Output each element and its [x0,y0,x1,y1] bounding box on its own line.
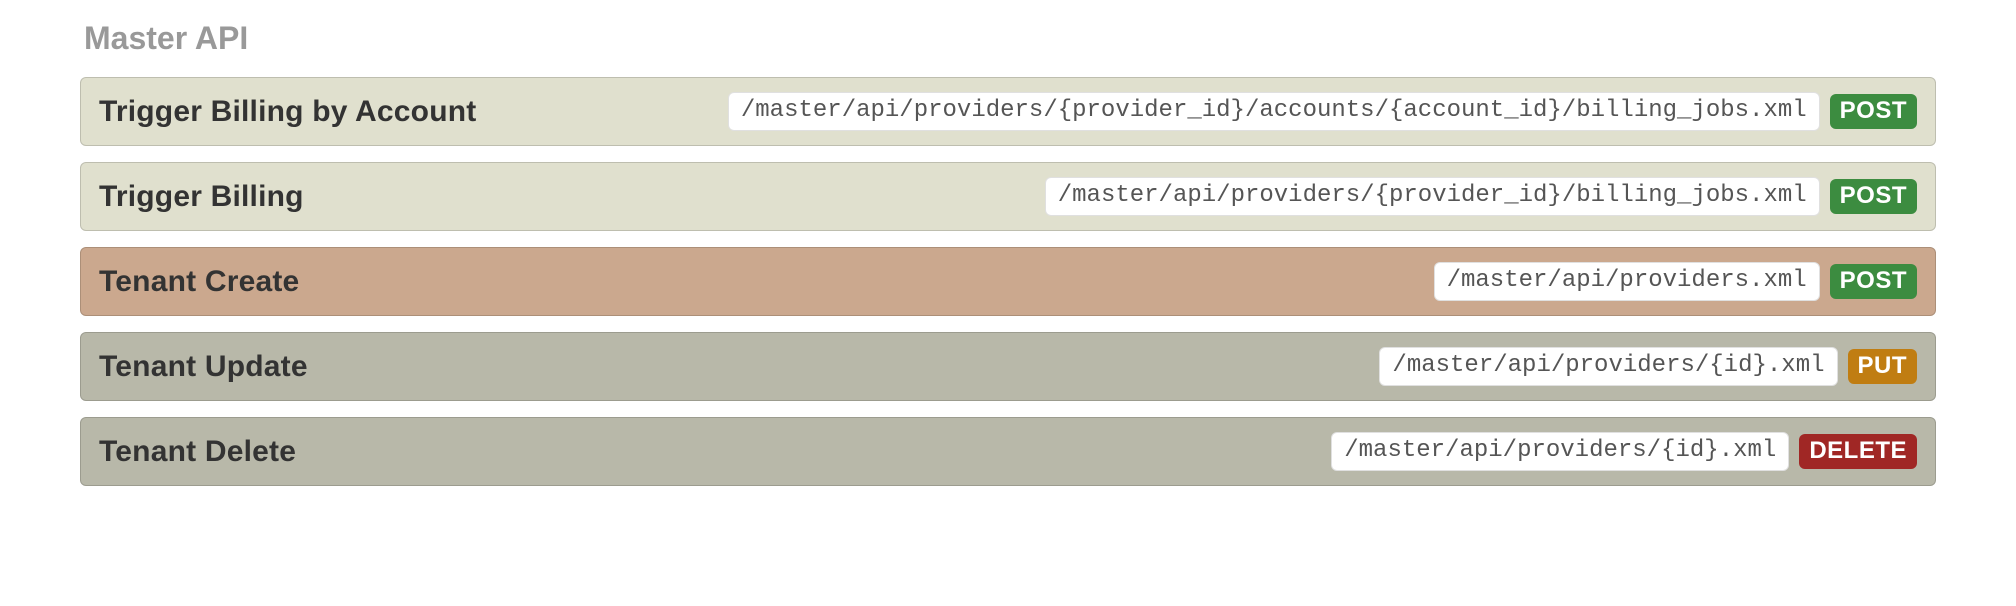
endpoint-row[interactable]: Tenant Create /master/api/providers.xml … [80,247,1936,316]
endpoint-method: POST [1830,179,1917,215]
endpoint-right: /master/api/providers/{id}.xml PUT [1379,347,1917,386]
endpoint-right: /master/api/providers/{id}.xml DELETE [1331,432,1917,471]
endpoint-right: /master/api/providers/{provider_id}/acco… [728,92,1917,131]
endpoint-path: /master/api/providers/{provider_id}/bill… [1045,177,1820,216]
endpoint-method: DELETE [1799,434,1917,470]
endpoint-row[interactable]: Trigger Billing by Account /master/api/p… [80,77,1936,146]
endpoint-method: POST [1830,94,1917,130]
endpoint-method: POST [1830,264,1917,300]
api-doc-page: Master API Trigger Billing by Account /m… [0,0,2016,542]
endpoint-path: /master/api/providers/{provider_id}/acco… [728,92,1820,131]
endpoint-row[interactable]: Trigger Billing /master/api/providers/{p… [80,162,1936,231]
endpoint-right: /master/api/providers.xml POST [1434,262,1917,301]
endpoint-row[interactable]: Tenant Update /master/api/providers/{id}… [80,332,1936,401]
section-title: Master API [84,20,1936,57]
endpoint-method: PUT [1848,349,1918,385]
endpoint-right: /master/api/providers/{provider_id}/bill… [1045,177,1917,216]
endpoint-name: Tenant Update [99,350,308,384]
endpoint-path: /master/api/providers/{id}.xml [1331,432,1789,471]
endpoint-path: /master/api/providers/{id}.xml [1379,347,1837,386]
endpoint-name: Tenant Create [99,265,299,299]
endpoint-name: Trigger Billing [99,180,304,214]
endpoint-path: /master/api/providers.xml [1434,262,1820,301]
endpoint-row[interactable]: Tenant Delete /master/api/providers/{id}… [80,417,1936,486]
endpoint-name: Trigger Billing by Account [99,95,476,129]
endpoint-name: Tenant Delete [99,435,296,469]
